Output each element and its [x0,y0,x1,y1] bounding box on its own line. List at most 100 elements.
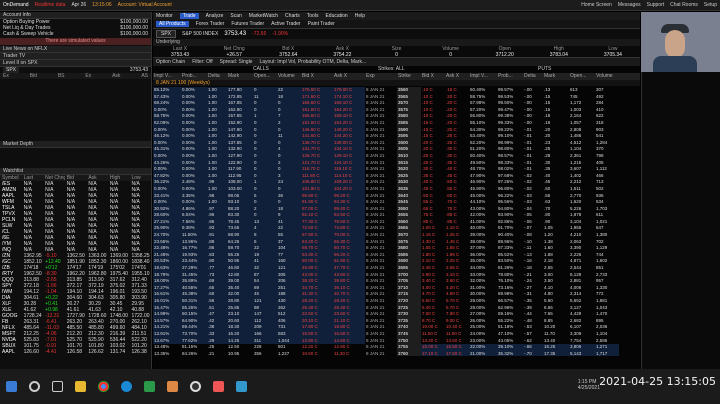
chain-cell[interactable]: 1.10 C [445,225,469,232]
subtab[interactable]: All Products [156,21,189,27]
chain-cell[interactable]: 89.40 C [333,205,365,213]
watchlist-header[interactable]: Watchlist [0,168,151,175]
chain-cell[interactable]: 144.20 C [333,133,365,140]
chain-cell[interactable]: 6.70 C [445,305,469,312]
chain-cell[interactable]: 96.90 C [301,192,333,200]
chain-cell[interactable]: 126.70 C [301,152,333,160]
tab-trade[interactable]: Trade [179,13,199,19]
chain-cell[interactable]: 169.10 C [333,100,365,107]
chain-cell[interactable]: 74.80 C [333,225,365,233]
subtab[interactable]: Active Trader [271,21,300,27]
chain-spread[interactable]: Spread: Single [220,59,253,65]
chain-cell[interactable]: 29.40 C [333,298,365,305]
chain-cell[interactable]: 4.00 C [421,285,445,292]
chain-cell[interactable]: .25 C [445,127,469,134]
live-news-header[interactable]: Live News on NFLX [0,46,151,53]
chain-cell[interactable]: 154.20 C [333,119,365,127]
level2-header[interactable]: Level II on SPX [0,60,151,67]
task-view-icon[interactable] [52,381,63,392]
chain-row[interactable]: 57.43% 0.00% 1.00 172.85 11 18 171.60 C 174.10 … [153,93,640,101]
chain-cell[interactable]: 10.40 C [445,324,469,331]
level2-column[interactable]: Ask [112,73,120,79]
tray-clock[interactable]: 1:15 PM 4/25/2021 [578,379,600,391]
chrome-icon[interactable] [98,381,109,392]
chain-cell[interactable]: .35 C [445,160,469,167]
chain-cell[interactable]: 2.90 C [421,272,445,279]
chain-row[interactable]: 13.67% 77.62% .29 14.25 311 1,044 13.90 C 14.60… [153,337,640,345]
chain-cell[interactable]: 36.10 C [333,284,365,292]
chain-cell[interactable]: 82.10 C [301,212,333,219]
chain-cell[interactable]: 15.80 C [301,330,333,338]
chain-cell[interactable]: .55 C [421,199,445,206]
tab-scan[interactable]: Scan [230,13,241,19]
chain-cell[interactable]: 43.60 C [333,271,365,279]
watchlist-row[interactable]: AAPL 126.60 -4.41 126.58 126.62 131.74 126.38 [0,349,151,355]
chain-row[interactable]: 13.35% 84.26% .21 10.95 356 1,227 10.60 C 11.30… [153,350,640,356]
chain-cell[interactable]: 18.80 C [333,324,365,331]
chain-cell[interactable]: .10 C [421,87,445,94]
chain-cell[interactable]: 22.60 C [301,311,333,318]
tab-analyze[interactable]: Analyze [206,13,224,19]
underlying-header[interactable]: Underlying [153,39,640,46]
chain-cell[interactable]: 101.80 C [301,185,333,193]
chain-cell[interactable]: 171.60 C [301,93,333,101]
start-icon[interactable] [6,381,17,392]
level2-column[interactable]: Ex [85,73,91,79]
chain-column[interactable]: Delta [207,73,227,80]
chain-cell[interactable]: .15 C [421,133,445,140]
chain-cell[interactable]: 25.30 C [301,304,333,312]
chain-cell[interactable]: 134.10 C [333,146,365,153]
chain-cell[interactable]: .55 C [445,186,469,193]
chain-row[interactable]: 16.01% 50.31% .56 28.80 121 430 28.20 C 29.40 C… [153,298,640,305]
chain-row[interactable]: 62.08% 0.00% 1.00 152.90 0 2 151.60 C 154.20 C8… [153,119,640,127]
expiration-row[interactable]: 8 JAN 21 100 (Weeklys) [153,80,640,86]
tab-education[interactable]: Education [325,13,347,19]
chain-column[interactable]: Strike [397,73,421,80]
chain-cell[interactable]: 124.10 C [333,159,365,167]
chain-cell[interactable]: .65 C [421,206,445,213]
chain-cell[interactable]: 166.60 C [301,100,333,107]
chain-cell[interactable]: 119.10 C [333,166,365,173]
chain-cell[interactable]: 1.00 C [421,225,445,232]
chain-cell[interactable]: 16.60 C [333,330,365,338]
chain-cell[interactable]: .20 C [445,107,469,114]
chain-cell[interactable]: 32.70 C [333,291,365,298]
thinkorswim-icon[interactable] [144,381,155,392]
chain-row[interactable]: 14.99% 60.15% .47 23.10 147 512 22.60 C 23.60 C… [153,311,640,318]
chain-cell[interactable]: 63.20 C [301,238,333,246]
chain-row[interactable]: 18.00% 35.89% .69 39.00 54 206 38.20 C 39.80 C8… [153,278,640,285]
trader-tv-header[interactable]: Trader TV [0,53,151,60]
folder-icon[interactable] [75,381,86,392]
chain-cell[interactable]: 2.65 C [445,265,469,272]
chain-column[interactable]: Ask X [445,73,469,80]
chain-cell[interactable]: 131.70 C [301,146,333,153]
tab-marketwatch[interactable]: MarketWatch [249,13,278,19]
chain-cell[interactable]: .20 C [445,113,469,120]
chain-cell[interactable]: 1.80 C [421,252,445,259]
chain-cell[interactable]: 149.20 C [333,126,365,134]
chain-cell[interactable]: .20 C [445,100,469,107]
chain-cell[interactable]: 139.00 C [333,139,365,147]
chain-cell[interactable]: 4.90 C [445,291,469,298]
chain-cell[interactable]: .50 C [445,179,469,186]
chain-cell[interactable]: .10 C [421,107,445,114]
chain-cell[interactable]: 94.30 C [333,199,365,206]
chain-row[interactable]: 46.12% 0.00% 1.00 142.90 0 11 141.60 C 144.20 C… [153,133,640,140]
chain-cell[interactable]: 13.90 C [301,337,333,345]
chain-row[interactable]: 0.00% 0.00% 1.00 162.90 0 0 161.60 C 164.20 C8 … [153,106,640,114]
chain-cell[interactable]: 174.10 C [333,93,365,101]
chain-row[interactable]: 0.00% 0.00% 1.00 137.85 0 0 136.70 C 139.00 C8 … [153,139,640,147]
chain-cell[interactable]: 70.00 C [333,232,365,239]
chain-column[interactable]: Delta [523,73,543,80]
chain-cell[interactable]: .20 C [445,94,469,101]
chain-cell[interactable]: 146.60 C [301,126,333,134]
chain-cell[interactable]: .40 C [421,179,445,186]
chain-cell[interactable]: 54.30 C [301,251,333,259]
chain-cell[interactable]: 79.60 C [333,218,365,226]
chain-cell[interactable]: .25 C [445,140,469,147]
chain-cell[interactable]: 106.80 C [301,179,333,186]
chain-cell[interactable]: .75 C [445,206,469,213]
chain-cell[interactable]: 176.60 C [301,87,333,94]
chain-cell[interactable]: 11.90 C [445,331,469,338]
chain-cell[interactable]: 20.10 C [301,317,333,325]
